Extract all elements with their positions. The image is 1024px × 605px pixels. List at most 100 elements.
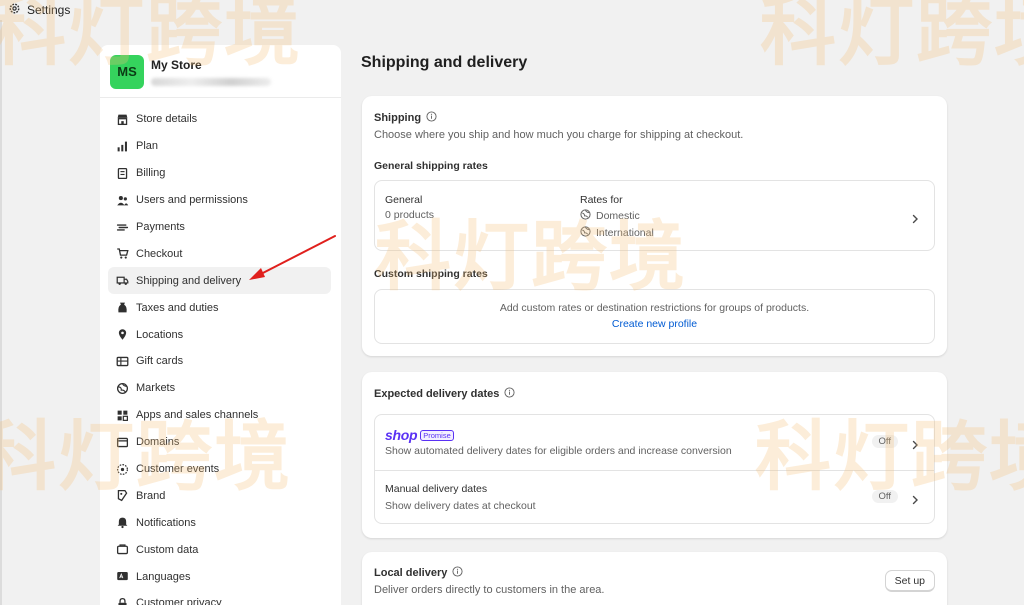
manual-delivery-row[interactable]: Manual delivery dates Show delivery date…	[375, 470, 934, 525]
sidebar-item-label: Languages	[136, 570, 191, 583]
receipt-icon	[116, 167, 129, 180]
info-icon[interactable]	[452, 566, 463, 580]
chart-icon	[116, 140, 129, 153]
delivery-dates-card: Expected delivery dates shop Promise Sho…	[362, 372, 947, 538]
events-icon	[116, 463, 129, 476]
brand-icon	[116, 489, 129, 502]
shipping-description: Choose where you ship and how much you c…	[374, 129, 744, 141]
delivery-options-box: shop Promise Show automated delivery dat…	[374, 414, 935, 524]
chevron-right-icon	[910, 211, 920, 224]
globe-icon	[580, 226, 591, 240]
sidebar-item-brand[interactable]: Brand	[108, 482, 331, 509]
local-delivery-description: Deliver orders directly to customers in …	[374, 584, 605, 596]
sidebar-item-label: Users and permissions	[136, 194, 248, 207]
sidebar-item-label: Brand	[136, 489, 166, 502]
shipping-heading: Shipping	[374, 111, 437, 125]
window-edge	[0, 20, 2, 605]
shipping-card: Shipping Choose where you ship and how m…	[362, 96, 947, 356]
apps-icon	[116, 409, 129, 422]
setup-button[interactable]: Set up	[884, 570, 935, 592]
store-url-redacted	[151, 77, 271, 86]
globe-icon	[116, 382, 129, 395]
local-delivery-heading: Local delivery	[374, 566, 463, 580]
page-title: Shipping and delivery	[361, 54, 528, 71]
sidebar-item-payments[interactable]: Payments	[108, 214, 331, 241]
domain-icon	[116, 436, 129, 449]
sidebar-item-domains[interactable]: Domains	[108, 429, 331, 456]
users-icon	[116, 194, 129, 207]
data-icon	[116, 543, 129, 556]
sidebar-item-custom-data[interactable]: Custom data	[108, 536, 331, 563]
store-name: My Store	[151, 57, 202, 72]
general-products: 0 products	[385, 209, 435, 221]
sidebar-item-customer-privacy[interactable]: Customer privacy	[108, 590, 331, 605]
status-badge: Off	[871, 435, 898, 448]
sidebar-item-label: Apps and sales channels	[136, 409, 259, 422]
info-icon[interactable]	[426, 111, 437, 125]
shop-promise-description: Show automated delivery dates for eligib…	[385, 445, 732, 457]
sidebar-item-label: Taxes and duties	[136, 301, 219, 314]
sidebar-item-label: Customer events	[136, 463, 220, 476]
sidebar-item-label: Gift cards	[136, 355, 184, 368]
bell-icon	[116, 516, 129, 529]
gift-card-icon	[116, 355, 129, 368]
sidebar-item-label: Locations	[136, 328, 184, 341]
rates-for-info: Rates for Domestic International	[580, 194, 654, 240]
sidebar-item-apps-and-sales-channels[interactable]: Apps and sales channels	[108, 402, 331, 429]
sidebar-item-checkout[interactable]: Checkout	[108, 240, 331, 267]
sidebar-item-shipping-and-delivery[interactable]: Shipping and delivery	[108, 267, 331, 295]
store-switcher[interactable]: MS My Store	[100, 45, 341, 98]
create-new-profile-link[interactable]: Create new profile	[612, 318, 697, 330]
sidebar-item-customer-events[interactable]: Customer events	[108, 456, 331, 483]
store-icon	[116, 113, 129, 126]
info-icon[interactable]	[504, 387, 515, 401]
region-international: International	[580, 226, 654, 240]
sidebar-item-label: Domains	[136, 436, 180, 449]
local-delivery-card: Local delivery Deliver orders directly t…	[362, 552, 947, 605]
sidebar-item-store-details[interactable]: Store details	[108, 106, 331, 133]
sidebar-item-notifications[interactable]: Notifications	[108, 509, 331, 536]
chevron-right-icon	[910, 492, 920, 505]
general-rates-title: General shipping rates	[374, 160, 488, 172]
sidebar-item-taxes-and-duties[interactable]: Taxes and duties	[108, 294, 331, 321]
sidebar-item-label: Billing	[136, 167, 166, 180]
general-label: General	[385, 194, 423, 206]
sidebar-item-label: Shipping and delivery	[136, 274, 242, 287]
region-domestic: Domestic	[580, 209, 654, 223]
sidebar-item-markets[interactable]: Markets	[108, 375, 331, 402]
shop-promise-row[interactable]: shop Promise Show automated delivery dat…	[375, 415, 934, 470]
truck-icon	[116, 274, 129, 287]
settings-title: Settings	[27, 3, 71, 17]
globe-icon	[580, 209, 591, 223]
sidebar-item-languages[interactable]: Languages	[108, 563, 331, 590]
sidebar-item-plan[interactable]: Plan	[108, 133, 331, 160]
general-profile-row[interactable]: General 0 products Rates for Domestic In…	[374, 180, 935, 251]
general-profile-info: General 0 products	[385, 194, 434, 221]
sidebar-item-label: Plan	[136, 140, 159, 153]
sidebar-item-label: Custom data	[136, 543, 199, 556]
status-badge: Off	[871, 490, 898, 503]
sidebar-item-label: Checkout	[136, 247, 183, 260]
sidebar-item-label: Store details	[136, 113, 198, 126]
custom-rates-title: Custom shipping rates	[374, 268, 488, 280]
gear-icon	[8, 2, 21, 18]
custom-rates-box: Add custom rates or destination restrict…	[374, 289, 935, 344]
sidebar-item-billing[interactable]: Billing	[108, 160, 331, 187]
language-icon	[116, 570, 129, 583]
sidebar-item-locations[interactable]: Locations	[108, 321, 331, 348]
sidebar-item-label: Markets	[136, 382, 176, 395]
rates-for-label: Rates for	[580, 194, 623, 206]
sidebar-item-label: Payments	[136, 221, 185, 233]
sidebar-item-label: Notifications	[136, 516, 196, 529]
tax-icon	[116, 301, 129, 314]
settings-nav: Store details Plan Billing Users and permis…	[100, 98, 341, 605]
sidebar-item-gift-cards[interactable]: Gift cards	[108, 348, 331, 375]
store-avatar: MS	[110, 54, 144, 89]
payments-icon	[116, 221, 129, 234]
location-icon	[116, 328, 129, 341]
sidebar-item-users-and-permissions[interactable]: Users and permissions	[108, 187, 331, 214]
custom-rates-message: Add custom rates or destination restrict…	[499, 302, 810, 314]
sidebar-item-label: Customer privacy	[136, 597, 222, 605]
manual-delivery-label: Manual delivery dates	[385, 483, 488, 495]
lock-icon	[116, 597, 129, 605]
